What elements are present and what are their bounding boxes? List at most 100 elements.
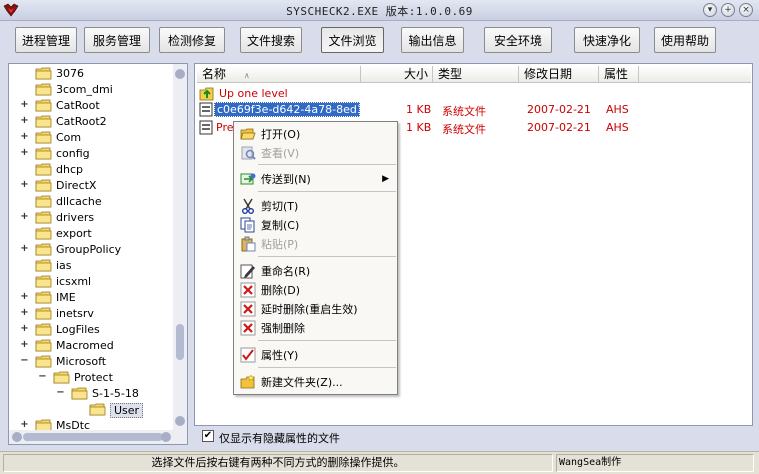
menu-item-cut[interactable]: 剪切(T) xyxy=(236,196,395,215)
process-manager-button[interactable]: 进程管理 xyxy=(15,27,77,53)
file-row[interactable]: c0e69f3e-d642-4a78-8ed1-... 1 KB 系统文件 20… xyxy=(197,102,747,118)
tree-item[interactable]: − S-1-5-18 xyxy=(9,386,174,402)
expand-icon[interactable]: + xyxy=(20,212,29,222)
menu-item-send-to[interactable]: 传送到(N) ▶ xyxy=(236,169,395,188)
tree-item[interactable]: − Microsoft xyxy=(9,354,174,370)
column-header-name[interactable]: 名称 ∧ xyxy=(197,66,361,83)
tree-item-label: icsxml xyxy=(56,275,92,288)
file-type: 系统文件 xyxy=(442,105,486,118)
menu-item-copy[interactable]: 复制(C) xyxy=(236,215,395,234)
tree-item[interactable]: dhcp xyxy=(9,162,174,178)
tree-item[interactable]: ias xyxy=(9,258,174,274)
scroll-up-arrow-icon[interactable] xyxy=(175,69,185,79)
tree-item-label: export xyxy=(56,227,92,240)
tree-item[interactable]: + CatRoot2 xyxy=(9,114,174,130)
menu-item-delayed-delete[interactable]: 延时删除(重启生效) xyxy=(236,299,395,318)
expand-icon[interactable]: + xyxy=(20,116,29,126)
tree-item-label: Macromed xyxy=(56,339,114,352)
menu-item-rename[interactable]: 重命名(R) xyxy=(236,261,395,280)
folder-icon xyxy=(35,227,52,240)
tree-item[interactable]: icsxml xyxy=(9,274,174,290)
output-info-button[interactable]: 输出信息 xyxy=(401,27,464,53)
tree-item[interactable]: + LogFiles xyxy=(9,322,174,338)
tree-item[interactable]: + IME xyxy=(9,290,174,306)
collapse-icon[interactable]: − xyxy=(56,388,65,398)
menu-item-properties[interactable]: 属性(Y) xyxy=(236,345,395,364)
expand-icon[interactable]: + xyxy=(20,420,29,430)
column-header-attr[interactable]: 属性 xyxy=(599,66,639,83)
horizontal-scroll-thumb[interactable] xyxy=(23,433,163,441)
file-attr: AHS xyxy=(606,121,629,134)
folder-icon xyxy=(35,115,52,128)
column-header-date[interactable]: 修改日期 xyxy=(519,66,599,83)
tree-item[interactable]: + CatRoot xyxy=(9,98,174,114)
folder-icon xyxy=(35,243,52,256)
tree-item[interactable]: 3com_dmi xyxy=(9,82,174,98)
security-env-button[interactable]: 安全环境 xyxy=(484,27,552,53)
tree-item-label: LogFiles xyxy=(56,323,100,336)
expand-icon[interactable]: + xyxy=(20,180,29,190)
file-browse-button[interactable]: 文件浏览 xyxy=(321,27,384,53)
hidden-files-checkbox[interactable]: ✔ xyxy=(202,430,214,442)
tree-item[interactable]: + DirectX xyxy=(9,178,174,194)
tree-item[interactable]: + config xyxy=(9,146,174,162)
tree-item[interactable]: User xyxy=(9,402,174,418)
scroll-down-arrow-icon[interactable] xyxy=(175,416,185,426)
expand-icon[interactable]: + xyxy=(20,324,29,334)
service-manager-button[interactable]: 服务管理 xyxy=(84,27,150,53)
tree-item[interactable]: + Com xyxy=(9,130,174,146)
expand-icon[interactable]: + xyxy=(20,148,29,158)
detect-repair-button[interactable]: 检测修复 xyxy=(159,27,225,53)
tree-item[interactable]: + inetsrv xyxy=(9,306,174,322)
help-button[interactable]: 使用帮助 xyxy=(654,27,716,53)
expand-icon[interactable]: + xyxy=(20,132,29,142)
tree-item[interactable]: + GroupPolicy xyxy=(9,242,174,258)
scroll-right-arrow-icon[interactable] xyxy=(161,432,171,442)
tree-item[interactable]: + drivers xyxy=(9,210,174,226)
up-one-level-row[interactable]: Up one level xyxy=(197,86,397,102)
menu-item-view[interactable]: 查看(V) xyxy=(236,143,395,162)
collapse-icon[interactable]: − xyxy=(20,356,29,366)
menu-item-label: 新建文件夹(Z)... xyxy=(261,375,343,389)
minimize-button[interactable]: ▾ xyxy=(703,3,717,17)
expand-icon[interactable]: + xyxy=(20,100,29,110)
hidden-files-option[interactable]: ✔ 仅显示有隐藏属性的文件 xyxy=(194,428,753,446)
send-to-icon xyxy=(240,173,256,184)
close-button[interactable]: × xyxy=(739,3,753,17)
scissors-icon xyxy=(242,198,254,214)
file-size: 1 KB xyxy=(406,121,432,134)
menu-item-open[interactable]: 打开(O) xyxy=(236,124,395,143)
delete-icon xyxy=(240,282,256,297)
tree-horizontal-scrollbar[interactable] xyxy=(9,430,187,444)
scroll-thumb[interactable] xyxy=(176,324,184,360)
tree-item-label: Microsoft xyxy=(56,355,107,368)
menu-item-new-folder[interactable]: 新建文件夹(Z)... xyxy=(236,372,395,391)
tree-item-label: IME xyxy=(56,291,76,304)
tree-item[interactable]: export xyxy=(9,226,174,242)
expand-icon[interactable]: + xyxy=(20,340,29,350)
expand-icon[interactable]: + xyxy=(20,308,29,318)
tree-item-label: dllcache xyxy=(56,195,102,208)
tree-item[interactable]: + Macromed xyxy=(9,338,174,354)
expand-icon[interactable]: + xyxy=(20,244,29,254)
expand-icon[interactable]: + xyxy=(20,292,29,302)
tree-item[interactable]: − Protect xyxy=(9,370,174,386)
column-header-type[interactable]: 类型 xyxy=(433,66,519,83)
file-search-button[interactable]: 文件搜索 xyxy=(240,27,302,53)
tree-item[interactable]: 3076 xyxy=(9,66,174,82)
folder-tree[interactable]: 3076 3com_dmi + CatRoot + CatRoot2 + Com + config… xyxy=(8,63,188,445)
menu-item-paste[interactable]: 粘贴(P) xyxy=(236,234,395,253)
maximize-button[interactable]: + xyxy=(721,3,735,17)
tree-item-label: Protect xyxy=(74,371,113,384)
rename-icon xyxy=(240,264,255,278)
folder-icon xyxy=(71,387,88,400)
column-header-size[interactable]: 大小 xyxy=(361,66,433,83)
menu-item-delete[interactable]: 删除(D) xyxy=(236,280,395,299)
menu-item-force-delete[interactable]: 强制删除 xyxy=(236,318,395,337)
tree-item[interactable]: dllcache xyxy=(9,194,174,210)
collapse-icon[interactable]: − xyxy=(38,372,47,382)
quick-clean-button[interactable]: 快速净化 xyxy=(574,27,640,53)
up-one-level-label: Up one level xyxy=(219,87,288,100)
tree-vertical-scrollbar[interactable] xyxy=(173,64,187,444)
scroll-left-arrow-icon[interactable] xyxy=(12,432,22,442)
